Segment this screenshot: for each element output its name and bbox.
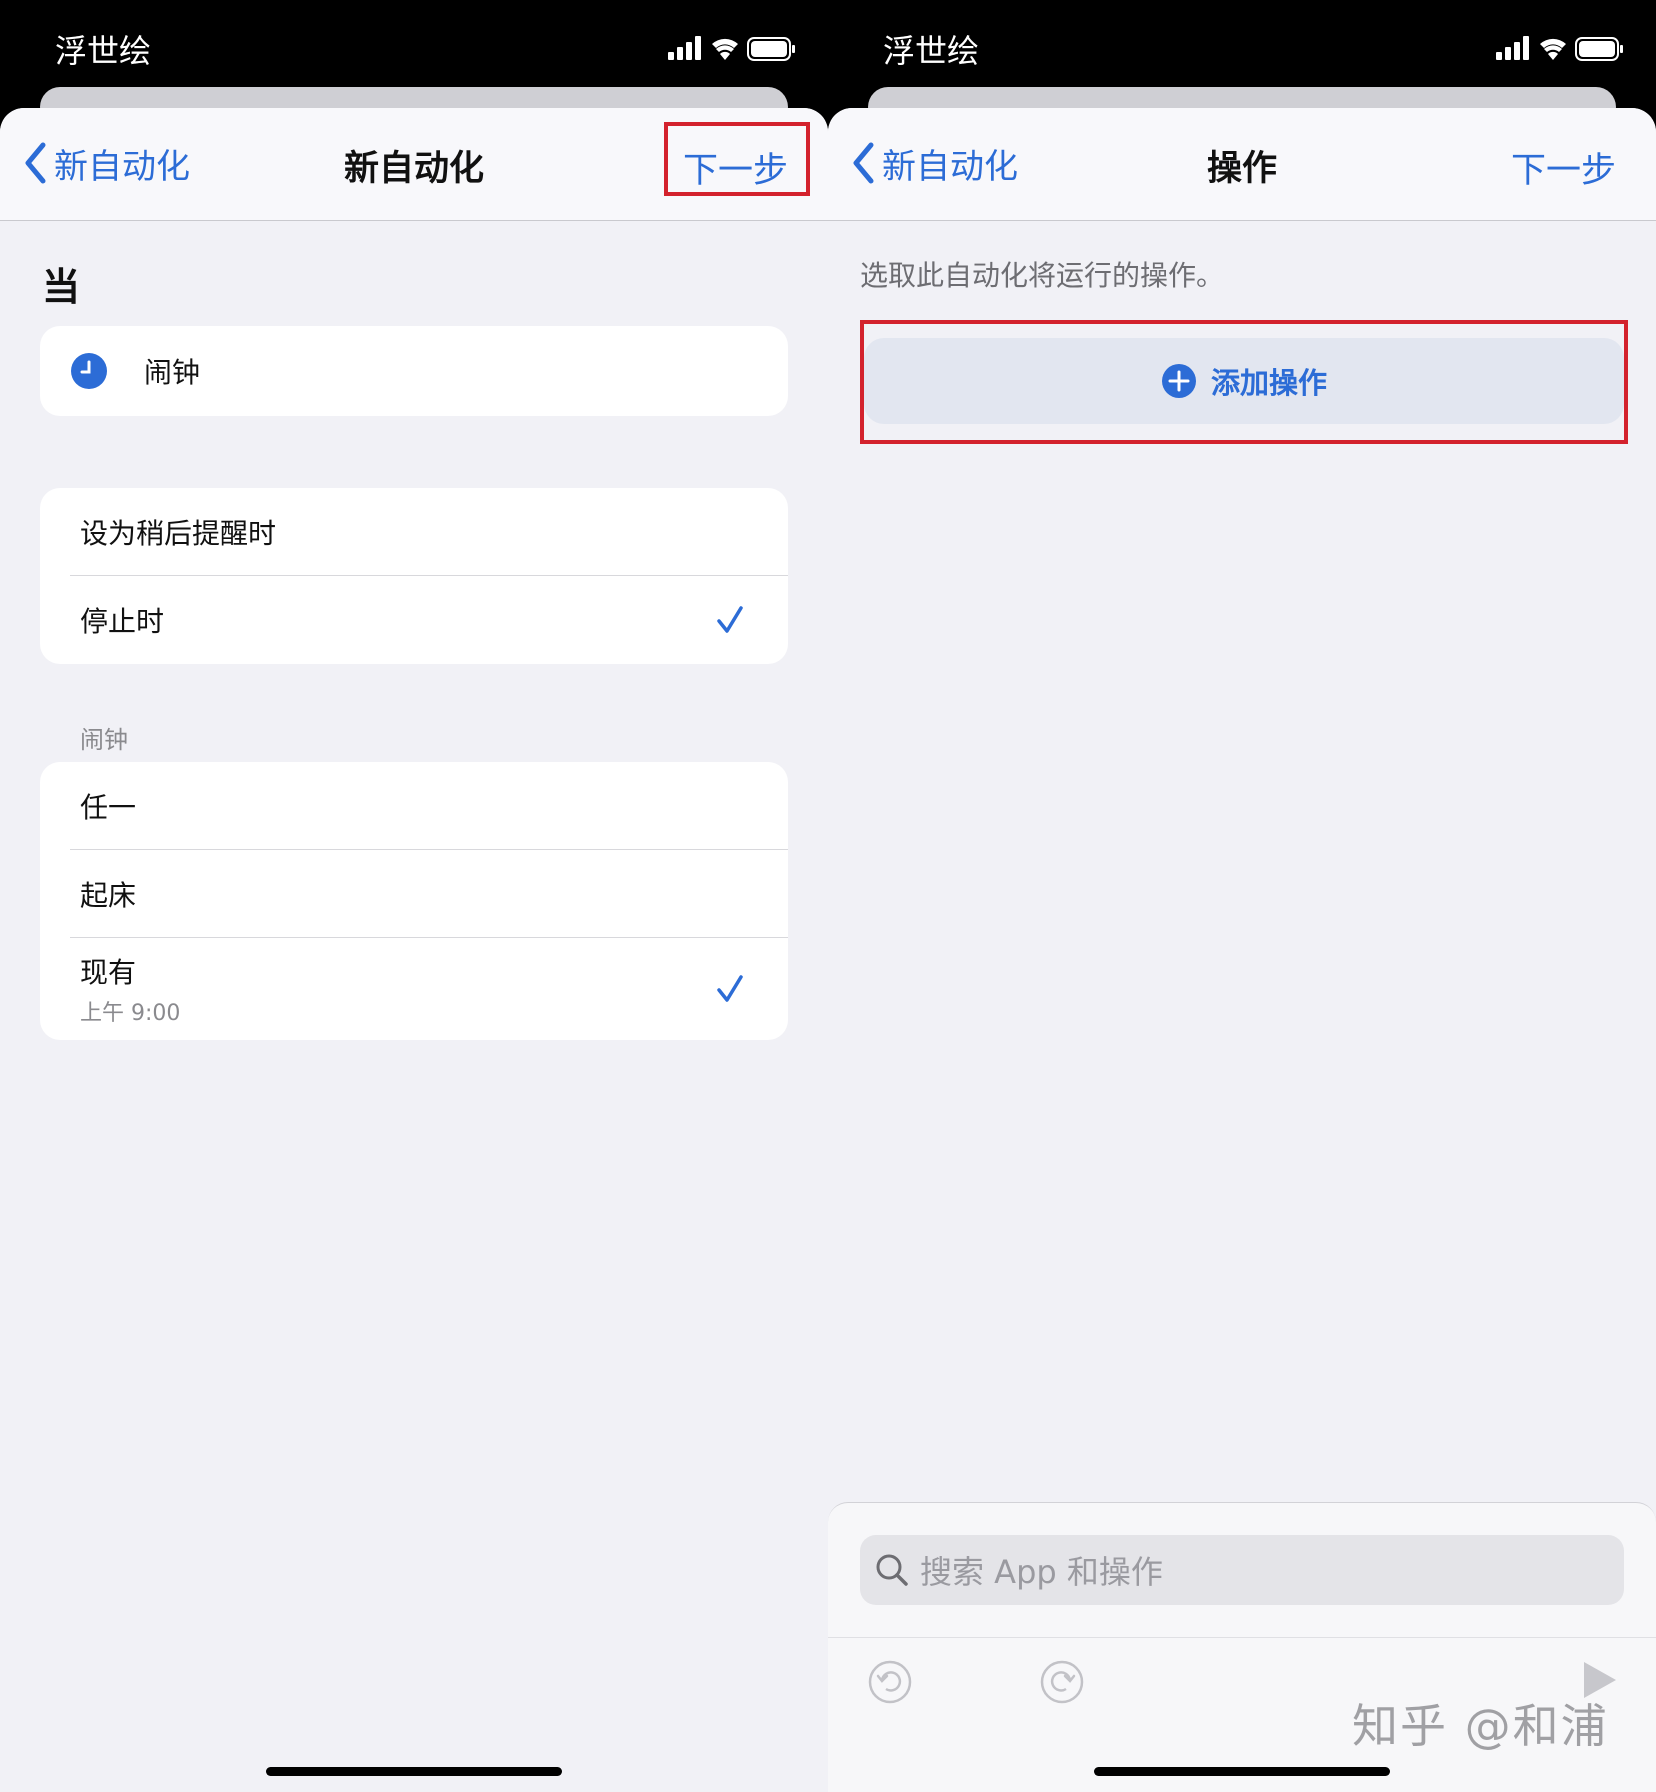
right-screen: 浮世绘 新自动化 操作 下一步 选取此自动化将运行的操作。 添加操作 搜索 Ap… bbox=[828, 0, 1656, 1792]
hint-text: 选取此自动化将运行的操作。 bbox=[860, 259, 1225, 292]
option-label: 停止时 bbox=[80, 605, 165, 638]
status-icons bbox=[668, 34, 798, 64]
alarm-list-card: 任一 起床 现有 上午 9:00 bbox=[40, 762, 788, 1040]
alarm-option-existing[interactable]: 现有 上午 9:00 bbox=[40, 938, 788, 1040]
status-bar: 浮世绘 bbox=[828, 0, 1656, 100]
search-icon bbox=[876, 1554, 908, 1586]
option-stop[interactable]: 停止时 bbox=[40, 576, 788, 664]
home-indicator bbox=[266, 1767, 562, 1776]
highlight-next-box bbox=[664, 122, 810, 196]
battery-icon bbox=[1575, 37, 1623, 61]
nav-bar: 新自动化 操作 下一步 bbox=[828, 108, 1656, 221]
home-indicator bbox=[1094, 1767, 1390, 1776]
wifi-icon bbox=[712, 38, 738, 60]
undo-icon[interactable] bbox=[868, 1660, 912, 1704]
back-label: 新自动化 bbox=[54, 146, 190, 187]
alarm-option-any[interactable]: 任一 bbox=[40, 762, 788, 850]
left-screen: 浮世绘 新自动化 新自动化 下一步 当 闹钟 设为稍后提醒时 停止时 闹钟 任一… bbox=[0, 0, 828, 1792]
event-options-card: 设为稍后提醒时 停止时 bbox=[40, 488, 788, 664]
watermark: 知乎 @和浦 bbox=[1352, 1699, 1609, 1753]
carrier-label: 浮世绘 bbox=[55, 32, 152, 70]
option-label: 设为稍后提醒时 bbox=[80, 517, 277, 550]
signal-icon bbox=[1496, 36, 1529, 60]
redo-icon[interactable] bbox=[1040, 1660, 1084, 1704]
trigger-label: 闹钟 bbox=[144, 356, 201, 389]
alarm-time: 上午 9:00 bbox=[80, 1001, 181, 1026]
search-field[interactable]: 搜索 App 和操作 bbox=[860, 1535, 1624, 1605]
checkmark-icon bbox=[717, 606, 743, 633]
back-button[interactable]: 新自动化 bbox=[24, 138, 190, 188]
alarm-clock-icon bbox=[71, 353, 107, 389]
search-placeholder: 搜索 App 和操作 bbox=[920, 1553, 1163, 1591]
signal-icon bbox=[668, 36, 701, 60]
automation-sheet: 新自动化 新自动化 下一步 当 闹钟 设为稍后提醒时 停止时 闹钟 任一 起床 … bbox=[0, 108, 828, 1792]
highlight-add-action-box bbox=[860, 320, 1628, 444]
battery-icon bbox=[747, 37, 795, 61]
alarm-text-group: 现有 上午 9:00 bbox=[80, 951, 180, 1027]
back-label: 新自动化 bbox=[882, 146, 1018, 187]
trigger-card[interactable]: 闹钟 bbox=[40, 326, 788, 416]
alarm-label: 现有 bbox=[80, 956, 137, 989]
chevron-left-icon bbox=[853, 142, 874, 184]
alarm-label: 起床 bbox=[80, 879, 137, 912]
next-button[interactable]: 下一步 bbox=[1511, 142, 1616, 193]
section-title: 当 bbox=[42, 265, 81, 309]
trigger-row[interactable]: 闹钟 bbox=[40, 326, 788, 416]
option-snooze[interactable]: 设为稍后提醒时 bbox=[40, 488, 788, 576]
alarm-option-wakeup[interactable]: 起床 bbox=[40, 850, 788, 938]
status-bar: 浮世绘 bbox=[0, 0, 828, 100]
carrier-label: 浮世绘 bbox=[883, 32, 980, 70]
alarm-group-label: 闹钟 bbox=[80, 726, 128, 754]
status-icons bbox=[1496, 34, 1626, 64]
checkmark-icon bbox=[717, 975, 743, 1002]
chevron-left-icon bbox=[25, 142, 46, 184]
back-button[interactable]: 新自动化 bbox=[852, 138, 1018, 188]
wifi-icon bbox=[1540, 38, 1566, 60]
alarm-label: 任一 bbox=[80, 791, 137, 824]
